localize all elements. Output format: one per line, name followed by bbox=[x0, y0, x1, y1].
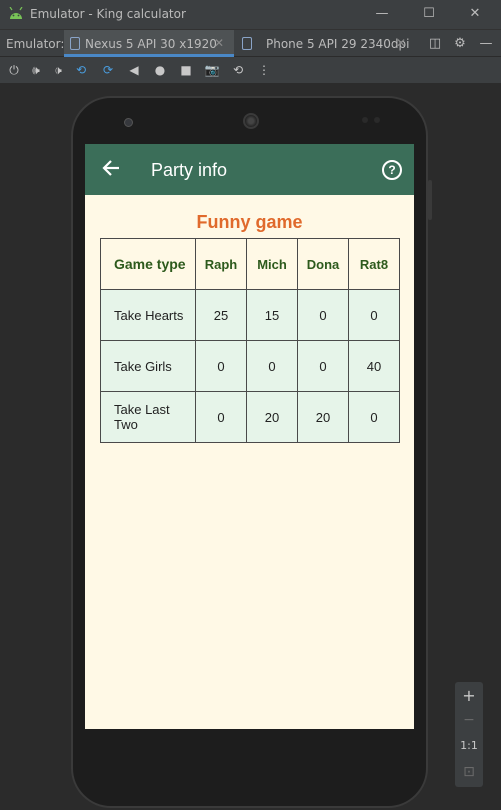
maximize-icon[interactable]: ☐ bbox=[418, 4, 440, 24]
minimize-panel-icon[interactable]: — bbox=[478, 36, 494, 52]
score-cell: 15 bbox=[246, 289, 298, 341]
column-header-game-type: Game type bbox=[100, 238, 196, 290]
layout-icon[interactable]: ◫ bbox=[427, 36, 443, 52]
device-tabs-bar: Emulator: Nexus 5 API 30 x1920 ✕ Phone 5… bbox=[0, 29, 501, 57]
score-cell: 0 bbox=[195, 340, 247, 392]
score-cell: 0 bbox=[297, 289, 349, 341]
game-type-cell: Take Hearts bbox=[100, 289, 196, 341]
overview-icon[interactable]: ■ bbox=[178, 62, 194, 78]
table-header-row: Game type Raph Mich Dona Rat8 bbox=[100, 238, 400, 290]
zoom-actual-size-button[interactable]: 1:1 bbox=[455, 739, 483, 752]
table-row[interactable]: Take Hearts 25 15 0 0 bbox=[100, 289, 400, 341]
phone-side-button bbox=[428, 180, 432, 220]
power-icon[interactable]: ⏻ bbox=[6, 62, 22, 78]
score-cell: 0 bbox=[348, 391, 400, 443]
phone-icon bbox=[70, 37, 80, 50]
window-title: Emulator - King calculator bbox=[30, 7, 186, 21]
fit-screen-icon[interactable]: ⊡ bbox=[455, 764, 483, 780]
tab-label: Nexus 5 API 30 x1920 bbox=[85, 37, 217, 51]
back-arrow-icon[interactable] bbox=[101, 158, 121, 178]
game-title: Funny game bbox=[196, 212, 303, 232]
volume-up-icon[interactable]: 🕪 bbox=[28, 62, 44, 78]
column-header-player: Rat8 bbox=[348, 238, 400, 290]
emulator-window: Emulator - King calculator — ☐ ✕ Emulato… bbox=[0, 0, 501, 810]
sensor-icon bbox=[362, 117, 368, 123]
score-table: Game type Raph Mich Dona Rat8 Take Heart… bbox=[100, 238, 400, 443]
score-cell: 0 bbox=[348, 289, 400, 341]
score-cell: 40 bbox=[348, 340, 400, 392]
snapshot-icon[interactable]: ⟲ bbox=[230, 62, 246, 78]
zoom-in-button[interactable]: + bbox=[455, 686, 483, 705]
camera-lens-icon bbox=[124, 118, 133, 127]
column-header-player: Raph bbox=[195, 238, 247, 290]
sensor-icon bbox=[374, 117, 380, 123]
zoom-out-button[interactable]: − bbox=[455, 712, 483, 728]
tab-phone5[interactable]: Phone 5 API 29 2340dpi ✕ bbox=[236, 30, 412, 57]
score-cell: 20 bbox=[297, 391, 349, 443]
page-title: Party info bbox=[151, 160, 228, 180]
close-tab-icon[interactable]: ✕ bbox=[214, 36, 224, 50]
table-row[interactable]: Take Last Two 0 20 20 0 bbox=[100, 391, 400, 443]
tab-label: Phone 5 API 29 2340dpi bbox=[266, 37, 410, 51]
gear-icon[interactable]: ⚙ bbox=[452, 36, 468, 52]
score-cell: 0 bbox=[195, 391, 247, 443]
speaker-icon bbox=[243, 113, 259, 129]
score-cell: 25 bbox=[195, 289, 247, 341]
score-cell: 0 bbox=[297, 340, 349, 392]
close-icon[interactable]: ✕ bbox=[464, 4, 486, 24]
title-bar: Emulator - King calculator — ☐ ✕ bbox=[0, 0, 501, 29]
emulator-label: Emulator: bbox=[6, 37, 65, 51]
emulator-toolbar: ⏻ 🕪 🕩 ⟲ ⟳ ◀ ● ■ 📷 ⟲ ⋮ bbox=[0, 57, 501, 84]
game-type-cell: Take Last Two bbox=[100, 391, 196, 443]
minimize-icon[interactable]: — bbox=[371, 4, 393, 24]
android-icon bbox=[9, 7, 23, 19]
game-type-cell: Take Girls bbox=[100, 340, 196, 392]
volume-down-icon[interactable]: 🕩 bbox=[50, 62, 66, 78]
rotate-left-icon[interactable]: ⟲ bbox=[73, 62, 89, 78]
column-header-player: Dona bbox=[297, 238, 349, 290]
score-cell: 20 bbox=[246, 391, 298, 443]
app-bar: Party info ? bbox=[85, 144, 414, 195]
column-header-player: Mich bbox=[246, 238, 298, 290]
tab-nexus5[interactable]: Nexus 5 API 30 x1920 ✕ bbox=[64, 30, 234, 57]
home-icon[interactable]: ● bbox=[152, 62, 168, 78]
more-icon[interactable]: ⋮ bbox=[256, 62, 272, 78]
rotate-right-icon[interactable]: ⟳ bbox=[100, 62, 116, 78]
zoom-controls: + − 1:1 ⊡ bbox=[455, 682, 483, 787]
table-row[interactable]: Take Girls 0 0 0 40 bbox=[100, 340, 400, 392]
score-cell: 0 bbox=[246, 340, 298, 392]
camera-icon[interactable]: 📷 bbox=[204, 62, 220, 78]
help-icon[interactable]: ? bbox=[382, 160, 402, 180]
back-icon[interactable]: ◀ bbox=[126, 62, 142, 78]
phone-icon bbox=[242, 37, 252, 50]
close-tab-icon[interactable]: ✕ bbox=[396, 36, 406, 50]
